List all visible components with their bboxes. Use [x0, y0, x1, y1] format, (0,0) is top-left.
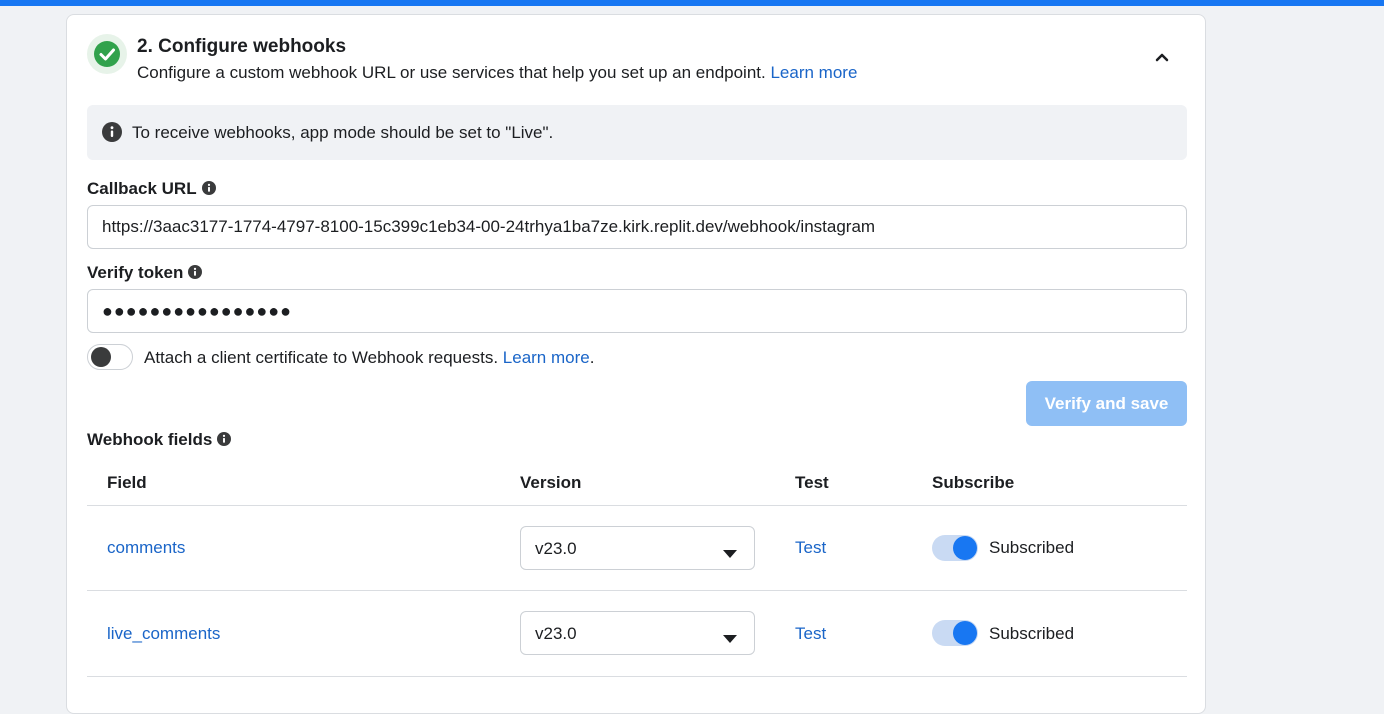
callback-url-label-text: Callback URL: [87, 179, 197, 198]
client-certificate-label: Attach a client certificate to Webhook r…: [144, 348, 499, 367]
learn-more-link[interactable]: Learn more: [770, 63, 857, 82]
verify-and-save-button[interactable]: Verify and save: [1026, 381, 1187, 426]
step-title: 2. Configure webhooks: [137, 36, 347, 57]
column-header-test: Test: [795, 473, 829, 492]
verify-token-label: Verify token: [87, 263, 203, 284]
verify-token-label-text: Verify token: [87, 263, 184, 282]
test-link[interactable]: Test: [795, 538, 826, 558]
client-certificate-text: Attach a client certificate to Webhook r…: [144, 348, 594, 368]
step-description-text: Configure a custom webhook URL or use se…: [137, 63, 766, 82]
table-divider: [87, 590, 1187, 591]
table-divider: [87, 676, 1187, 677]
callback-url-label: Callback URL: [87, 179, 216, 200]
subscribe-toggle[interactable]: [932, 535, 978, 561]
column-header-version: Version: [520, 473, 582, 492]
subscribed-label: Subscribed: [989, 538, 1075, 557]
info-icon: [102, 122, 122, 147]
version-select-value: v23.0: [535, 624, 577, 643]
subscribe-toggle[interactable]: [932, 620, 978, 646]
chevron-up-icon[interactable]: [1150, 46, 1174, 70]
version-select[interactable]: v23.0: [520, 611, 755, 655]
subscribed-label: Subscribed: [989, 624, 1075, 643]
top-accent-bar: [0, 0, 1384, 6]
client-certificate-toggle[interactable]: [87, 344, 133, 370]
field-name-link[interactable]: live_comments: [107, 624, 220, 644]
column-header-subscribe: Subscribe: [932, 473, 1015, 492]
info-icon[interactable]: [188, 264, 203, 284]
table-divider: [87, 505, 1187, 506]
period-text: .: [589, 348, 595, 367]
column-header-field: Field: [107, 473, 147, 492]
caret-down-icon: [723, 630, 737, 648]
live-mode-notice: To receive webhooks, app mode should be …: [87, 105, 1187, 160]
verify-token-input[interactable]: ●●●●●●●●●●●●●●●●: [87, 289, 1187, 333]
callback-url-input[interactable]: https://3aac3177-1774-4797-8100-15c399c1…: [87, 205, 1187, 249]
field-name-link[interactable]: comments: [107, 538, 185, 558]
test-link[interactable]: Test: [795, 624, 826, 644]
step-description: Configure a custom webhook URL or use se…: [137, 63, 857, 83]
webhook-fields-label-text: Webhook fields: [87, 430, 213, 449]
info-icon[interactable]: [217, 431, 232, 451]
version-select[interactable]: v23.0: [520, 526, 755, 570]
learn-more-link[interactable]: Learn more: [503, 348, 590, 367]
notice-text: To receive webhooks, app mode should be …: [132, 123, 554, 142]
caret-down-icon: [723, 545, 737, 563]
version-select-value: v23.0: [535, 539, 577, 558]
info-icon[interactable]: [201, 180, 216, 200]
check-circle-icon: [87, 34, 127, 74]
webhook-fields-label: Webhook fields: [87, 430, 232, 451]
